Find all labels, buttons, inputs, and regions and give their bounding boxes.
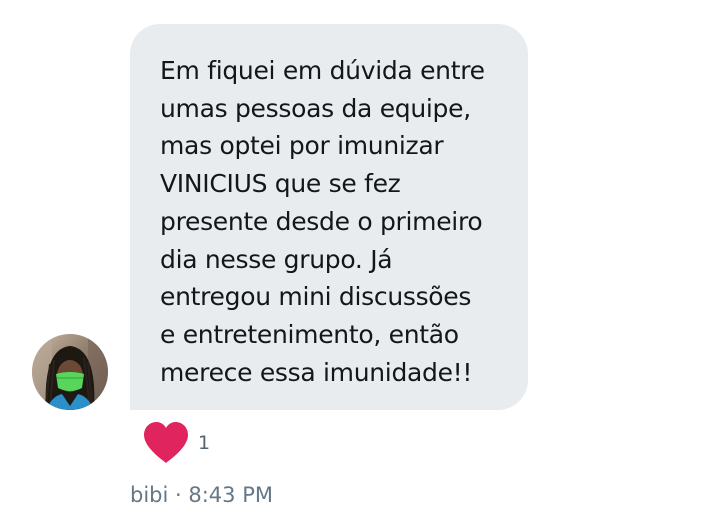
sender-name: bibi	[130, 483, 169, 507]
received-message: Em fiquei em dúvida entre umas pessoas d…	[0, 0, 720, 527]
message-meta: bibi · 8:43 PM	[130, 482, 273, 508]
sender-avatar[interactable]	[32, 334, 108, 410]
heart-icon	[144, 422, 188, 463]
message-text: Em fiquei em dúvida entre umas pessoas d…	[160, 56, 485, 387]
message-timestamp: 8:43 PM	[188, 483, 273, 507]
avatar-photo	[32, 334, 108, 410]
reaction-heart[interactable]: 1	[142, 420, 210, 466]
meta-separator: ·	[168, 483, 189, 507]
reaction-count: 1	[198, 432, 211, 454]
message-bubble[interactable]: Em fiquei em dúvida entre umas pessoas d…	[130, 24, 528, 410]
